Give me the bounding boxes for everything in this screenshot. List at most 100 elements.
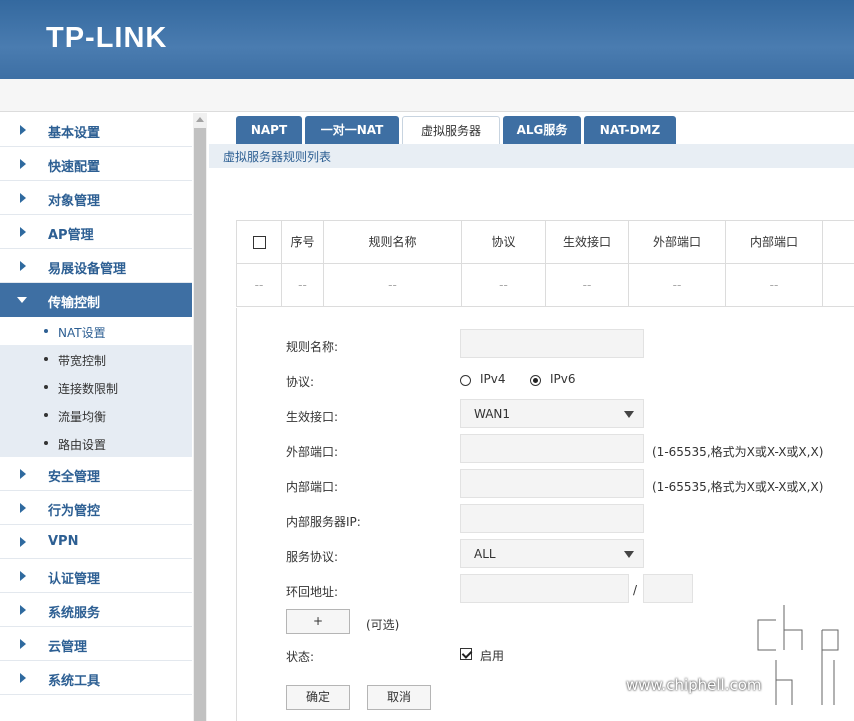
- tab-nat-dmz[interactable]: NAT-DMZ: [584, 116, 676, 144]
- chevron-right-icon: [20, 571, 26, 581]
- sidebar-item-label: 对象管理: [48, 194, 101, 209]
- ext-port-hint: (1-65535,格式为X或X-X或X,X): [652, 445, 824, 459]
- top-header: TP-LINK: [0, 0, 854, 79]
- table-header-row: 序号 规则名称 协议 生效接口 外部端口 内部端口: [237, 221, 854, 264]
- tp-link-logo: TP-LINK: [46, 22, 168, 54]
- loopback-mask-input[interactable]: [643, 574, 693, 603]
- int-port-input[interactable]: [460, 469, 644, 498]
- sidebar-item-system-tools[interactable]: 系统工具: [0, 661, 192, 695]
- table-cell: --: [726, 264, 823, 306]
- chevron-right-icon: [20, 503, 26, 513]
- status-label: 状态:: [286, 650, 315, 664]
- loopback-separator: /: [633, 583, 638, 597]
- bullet-icon: [44, 413, 48, 417]
- enable-checkbox[interactable]: [460, 648, 472, 660]
- chevron-right-icon: [20, 537, 26, 547]
- sidebar-item-basic-settings[interactable]: 基本设置: [0, 113, 192, 147]
- sidebar-item-quick-config[interactable]: 快速配置: [0, 147, 192, 181]
- chevron-right-icon: [20, 639, 26, 649]
- bullet-icon: [44, 357, 48, 361]
- bullet-icon: [44, 329, 48, 333]
- sidebar-item-object-management[interactable]: 对象管理: [0, 181, 192, 215]
- sidebar-item-label: 快速配置: [48, 160, 101, 175]
- dropdown-caret-icon: [624, 411, 634, 418]
- chevron-right-icon: [20, 673, 26, 683]
- sidebar-subitem-route-settings[interactable]: 路由设置: [0, 429, 192, 457]
- sidebar-item-security-management[interactable]: 安全管理: [0, 457, 192, 491]
- ipv4-label: IPv4: [480, 372, 506, 386]
- service-protocol-value: ALL: [474, 547, 496, 561]
- service-protocol-select[interactable]: ALL: [460, 539, 644, 568]
- chevron-right-icon: [20, 227, 26, 237]
- sidebar-item-auth-management[interactable]: 认证管理: [0, 559, 192, 593]
- sidebar-item-label: 行为管控: [48, 504, 101, 519]
- table-cell: --: [324, 264, 462, 306]
- tab-napt[interactable]: NAPT: [236, 116, 302, 144]
- chevron-right-icon: [20, 605, 26, 615]
- section-header: 虚拟服务器规则列表: [209, 144, 854, 168]
- sidebar-subitem-connection-limit[interactable]: 连接数限制: [0, 373, 192, 401]
- sidebar-item-label: 传输控制: [48, 296, 101, 311]
- tab-one-to-one-nat[interactable]: 一对一NAT: [305, 116, 399, 144]
- sidebar-subitem-load-balance[interactable]: 流量均衡: [0, 401, 192, 429]
- table-header-cell: 内部端口: [726, 221, 823, 263]
- sidebar-item-ap-management[interactable]: AP管理: [0, 215, 192, 249]
- loopback-label: 环回地址:: [286, 585, 339, 599]
- cancel-button[interactable]: 取消: [367, 685, 431, 710]
- interface-label: 生效接口:: [286, 410, 339, 424]
- chevron-down-icon: [17, 297, 27, 303]
- ipv4-radio[interactable]: [460, 375, 471, 386]
- rule-name-label: 规则名称:: [286, 340, 339, 354]
- select-all-checkbox[interactable]: [253, 236, 266, 249]
- sidebar-item-label: 云管理: [48, 640, 88, 655]
- add-loopback-button[interactable]: +: [286, 609, 350, 634]
- bullet-icon: [44, 441, 48, 445]
- tab-virtual-server[interactable]: 虚拟服务器: [402, 116, 500, 144]
- sidebar-item-behavior-control[interactable]: 行为管控: [0, 491, 192, 525]
- table-header-cell: 外部端口: [629, 221, 726, 263]
- sidebar-item-transmission-control[interactable]: 传输控制: [0, 283, 192, 317]
- sidebar-item-extender-management[interactable]: 易展设备管理: [0, 249, 192, 283]
- ext-port-label: 外部端口:: [286, 445, 339, 459]
- table-cell: --: [546, 264, 629, 306]
- rule-name-input[interactable]: [460, 329, 644, 358]
- sidebar-subitem-bandwidth-control[interactable]: 带宽控制: [0, 345, 192, 373]
- service-protocol-label: 服务协议:: [286, 550, 339, 564]
- scroll-up-icon[interactable]: [196, 117, 204, 122]
- interface-select[interactable]: WAN1: [460, 399, 644, 428]
- watermark-url: www.chiphell.com: [626, 676, 762, 694]
- ipv6-radio[interactable]: [530, 375, 541, 386]
- sidebar-item-label: 系统服务: [48, 606, 101, 621]
- table-header-select: [237, 221, 282, 263]
- ext-port-input[interactable]: [460, 434, 644, 463]
- sidebar-item-label: 认证管理: [48, 572, 101, 587]
- dropdown-caret-icon: [624, 551, 634, 558]
- table-header-cell: 序号: [282, 221, 324, 263]
- sidebar-item-label: 易展设备管理: [48, 262, 127, 277]
- server-ip-input[interactable]: [460, 504, 644, 533]
- sub-header-bar: [0, 79, 854, 112]
- table-header-cell: 协议: [462, 221, 546, 263]
- tab-alg-service[interactable]: ALG服务: [503, 116, 581, 144]
- sidebar-scrollbar-thumb[interactable]: [194, 128, 206, 721]
- int-port-label: 内部端口:: [286, 480, 339, 494]
- sidebar-item-label: 安全管理: [48, 470, 101, 485]
- chiphell-watermark: www.chiphell.com: [626, 600, 854, 710]
- optional-text: (可选): [366, 618, 400, 632]
- sidebar-subitem-label: NAT设置: [58, 326, 106, 340]
- loopback-address-input[interactable]: [460, 574, 629, 603]
- table-header-cell: 生效接口: [546, 221, 629, 263]
- sidebar-item-label: 系统工具: [48, 674, 101, 689]
- ok-button[interactable]: 确定: [286, 685, 350, 710]
- sidebar: 基本设置 快速配置 对象管理 AP管理 易展设备管理 传输控制 NAT设置 带宽…: [0, 113, 192, 721]
- sidebar-item-vpn[interactable]: VPN: [0, 525, 192, 559]
- sidebar-item-label: 基本设置: [48, 126, 101, 141]
- table-cell: --: [629, 264, 726, 306]
- sidebar-item-system-services[interactable]: 系统服务: [0, 593, 192, 627]
- sidebar-item-cloud-management[interactable]: 云管理: [0, 627, 192, 661]
- sidebar-subitem-label: 流量均衡: [58, 410, 107, 424]
- sidebar-subitem-label: 路由设置: [58, 438, 107, 452]
- sidebar-subitem-nat-settings[interactable]: NAT设置: [0, 317, 192, 345]
- bullet-icon: [44, 385, 48, 389]
- sidebar-subitem-label: 连接数限制: [58, 382, 119, 396]
